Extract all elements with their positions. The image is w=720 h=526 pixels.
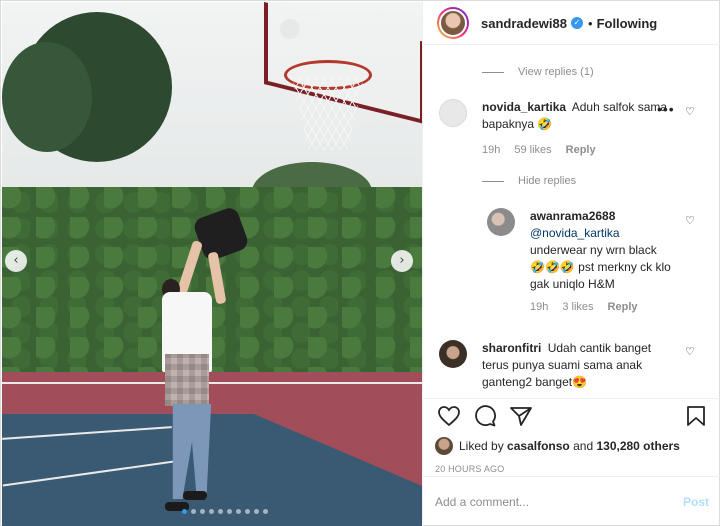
reply-mention-link[interactable]: @novida_kartika <box>530 226 620 240</box>
comment-text: Udah cantik banget <box>547 341 652 355</box>
carousel-dot <box>263 509 268 514</box>
comment-avatar[interactable] <box>439 99 467 127</box>
carousel-dot <box>209 509 214 514</box>
comment-item: novida_kartika Aduh salfok sama bapaknya… <box>482 99 672 133</box>
reply-item: awanrama2688 @novida_kartika underwear n… <box>530 208 690 293</box>
photo-ball <box>280 19 300 39</box>
court-line <box>2 382 422 384</box>
author-username[interactable]: sandradewi88 <box>481 16 567 31</box>
avatar-image <box>439 9 467 37</box>
action-icon-row <box>435 401 709 429</box>
hide-replies-label: Hide replies <box>518 175 577 187</box>
carousel-dot <box>227 509 232 514</box>
carousel-dot <box>218 509 223 514</box>
reply-like-heart-icon[interactable]: ♡ <box>685 214 695 227</box>
replies-divider <box>482 71 504 73</box>
comment-reply-button[interactable]: Reply <box>566 144 596 156</box>
carousel-next-button[interactable]: › <box>391 250 413 272</box>
share-send-icon[interactable] <box>509 405 533 427</box>
liker-avatar[interactable] <box>435 437 453 455</box>
carousel-dot <box>182 509 187 514</box>
replies-divider <box>482 180 504 182</box>
reply-meta: 19h 3 likes Reply <box>530 301 638 313</box>
reply-avatar[interactable] <box>487 208 515 236</box>
comment-time: 19h <box>482 144 501 156</box>
hide-replies-toggle[interactable]: Hide replies <box>482 175 576 187</box>
post-timestamp[interactable]: 20 HOURS AGO <box>435 464 709 474</box>
like-heart-icon[interactable] <box>437 405 461 427</box>
comment-text: bapaknya 🤣 <box>482 117 553 131</box>
comment-username[interactable]: sharonfitri <box>482 341 541 355</box>
liked-by-prefix: Liked by <box>459 439 504 453</box>
carousel-prev-button[interactable]: ‹ <box>5 250 27 272</box>
view-replies-label: View replies (1) <box>518 66 594 78</box>
carousel-indicator <box>182 509 268 514</box>
photo-tree <box>2 42 92 152</box>
post-comment-button[interactable]: Post <box>683 495 709 509</box>
comment-text: ganteng2 banget😍 <box>482 375 588 389</box>
comment-meta: 19h 59 likes Reply <box>482 144 596 156</box>
reply-username[interactable]: awanrama2688 <box>530 209 615 223</box>
comment-like-heart-icon[interactable]: ♡ <box>685 345 695 358</box>
carousel-dot <box>200 509 205 514</box>
comment-username[interactable]: novida_kartika <box>482 100 566 114</box>
comment-likes[interactable]: 59 likes <box>514 144 551 156</box>
save-bookmark-icon[interactable] <box>685 405 707 427</box>
comment-text: terus punya suami sama anak <box>482 358 643 372</box>
reply-time: 19h <box>530 301 549 313</box>
reply-likes[interactable]: 3 likes <box>562 301 593 313</box>
comment-avatar[interactable] <box>439 340 467 368</box>
photo-shoe <box>183 491 207 500</box>
comment-item: sharonfitri Udah cantik banget terus pun… <box>482 340 677 391</box>
verified-badge-icon: ✓ <box>571 17 583 29</box>
post-photo: ‹ › <box>2 2 422 526</box>
post-frame: ‹ › sandradewi88 ✓ • Following View repl… <box>0 0 720 526</box>
comment-text: Aduh salfok sama <box>571 100 668 114</box>
comment-bubble-icon[interactable] <box>473 405 497 427</box>
likes-summary: Liked by casalfonso and 130,280 others <box>435 437 709 455</box>
carousel-dot <box>191 509 196 514</box>
likes-count-link[interactable]: 130,280 others <box>596 439 679 453</box>
comment-like-heart-icon[interactable]: ♡ <box>685 105 695 118</box>
photo-censor-blur <box>165 354 209 406</box>
reply-text: underwear ny wrn black <box>530 243 657 257</box>
more-options-icon[interactable]: ••• <box>657 101 675 117</box>
add-comment-bar: Post <box>423 476 720 526</box>
post-header: sandradewi88 ✓ • Following <box>423 2 720 45</box>
carousel-dot <box>236 509 241 514</box>
following-button[interactable]: Following <box>597 16 658 31</box>
carousel-dot <box>254 509 259 514</box>
reply-text: gak uniqlo H&M <box>530 277 615 291</box>
liked-by-and: and <box>573 439 594 453</box>
comments-list: View replies (1) novida_kartika Aduh sal… <box>423 46 720 398</box>
header-separator: • <box>588 15 593 31</box>
carousel-dot <box>245 509 250 514</box>
reply-text: 🤣🤣🤣 pst merkny ck klo <box>530 260 671 274</box>
reply-reply-button[interactable]: Reply <box>608 301 638 313</box>
post-actions: Liked by casalfonso and 130,280 others 2… <box>423 398 720 474</box>
author-avatar[interactable] <box>437 7 469 39</box>
view-replies-toggle[interactable]: View replies (1) <box>482 66 594 78</box>
comment-input[interactable] <box>435 494 683 509</box>
liker-username[interactable]: casalfonso <box>507 439 570 453</box>
post-side-panel: sandradewi88 ✓ • Following View replies … <box>422 2 720 526</box>
